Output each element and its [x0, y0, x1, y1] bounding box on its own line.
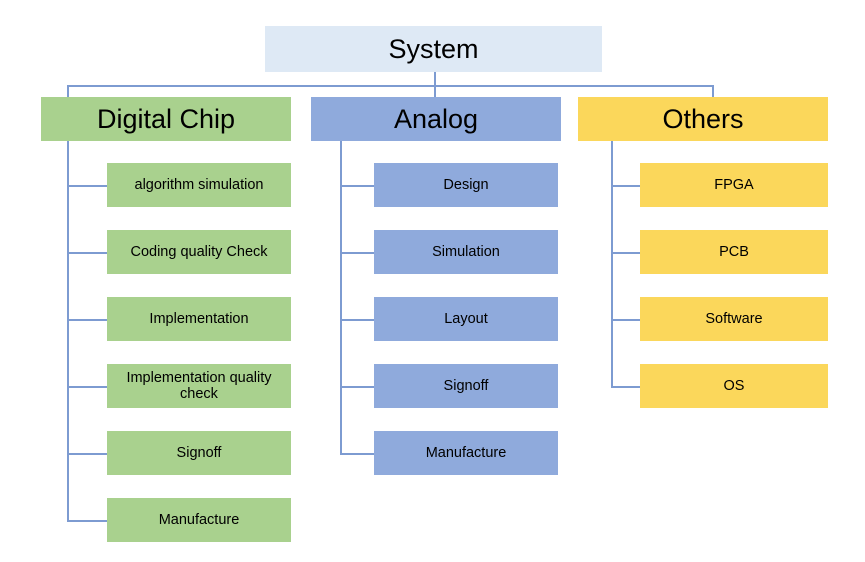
leaf-node-label: Implementation [149, 310, 249, 327]
leaf-stub-1-3 [340, 386, 374, 388]
leaf-stub-2-3 [611, 386, 640, 388]
leaf-stub-1-4 [340, 453, 374, 455]
leaf-stub-1-1 [340, 252, 374, 254]
leaf-node-label: OS [723, 377, 745, 394]
category-node-analog[interactable]: Analog [311, 97, 561, 141]
leaf-node-simulation[interactable]: Simulation [374, 230, 558, 274]
leaf-node-label: Signoff [176, 444, 222, 461]
category-node-others[interactable]: Others [578, 97, 828, 141]
leaf-stub-0-3 [67, 386, 107, 388]
leaf-stub-2-0 [611, 185, 640, 187]
leaf-node-implementation-quality-check[interactable]: Implementation quality check [107, 364, 291, 408]
leaf-node-algorithm-simulation[interactable]: algorithm simulation [107, 163, 291, 207]
leaf-stub-0-0 [67, 185, 107, 187]
category-node-label: Digital Chip [96, 103, 236, 134]
leaf-node-label: Manufacture [158, 511, 240, 528]
branch-spine-1 [340, 141, 342, 455]
leaf-node-manufacture[interactable]: Manufacture [107, 498, 291, 542]
leaf-node-implementation[interactable]: Implementation [107, 297, 291, 341]
leaf-stub-2-2 [611, 319, 640, 321]
leaf-node-label: Coding quality Check [130, 243, 268, 260]
leaf-node-signoff[interactable]: Signoff [374, 364, 558, 408]
leaf-node-coding-quality-check[interactable]: Coding quality Check [107, 230, 291, 274]
branch-spine-2 [611, 141, 613, 388]
category-drop-2 [712, 85, 714, 97]
category-node-label: Others [662, 103, 744, 134]
leaf-node-os[interactable]: OS [640, 364, 828, 408]
leaf-stub-0-1 [67, 252, 107, 254]
leaf-stub-1-0 [340, 185, 374, 187]
leaf-node-label: Manufacture [425, 444, 507, 461]
leaf-stub-0-4 [67, 453, 107, 455]
leaf-node-design[interactable]: Design [374, 163, 558, 207]
leaf-stub-1-2 [340, 319, 374, 321]
root-node-label: System [388, 33, 479, 64]
distribution-bar [67, 85, 712, 87]
branch-spine-0 [67, 141, 69, 522]
leaf-node-label: Design [443, 176, 489, 193]
leaf-node-label: PCB [719, 243, 749, 260]
category-drop-0 [67, 85, 69, 97]
leaf-stub-2-1 [611, 252, 640, 254]
leaf-node-signoff[interactable]: Signoff [107, 431, 291, 475]
leaf-node-manufacture[interactable]: Manufacture [374, 431, 558, 475]
leaf-node-fpga[interactable]: FPGA [640, 163, 828, 207]
leaf-node-pcb[interactable]: PCB [640, 230, 828, 274]
leaf-node-label: Signoff [443, 377, 489, 394]
leaf-stub-0-5 [67, 520, 107, 522]
root-node-system[interactable]: System [265, 26, 602, 72]
leaf-node-software[interactable]: Software [640, 297, 828, 341]
category-drop-1 [433, 85, 436, 97]
leaf-node-label: algorithm simulation [134, 176, 264, 193]
category-node-digital-chip[interactable]: Digital Chip [41, 97, 291, 141]
leaf-node-label: Layout [444, 310, 488, 327]
leaf-node-label: FPGA [714, 176, 754, 193]
leaf-node-label: Simulation [432, 243, 500, 260]
leaf-node-layout[interactable]: Layout [374, 297, 558, 341]
leaf-node-label: Implementation quality check [126, 369, 272, 402]
leaf-stub-0-2 [67, 319, 107, 321]
system-hierarchy-diagram: System Digital Chip algorithm simulation C… [0, 0, 865, 562]
category-node-label: Analog [393, 103, 479, 134]
leaf-node-label: Software [705, 310, 763, 327]
